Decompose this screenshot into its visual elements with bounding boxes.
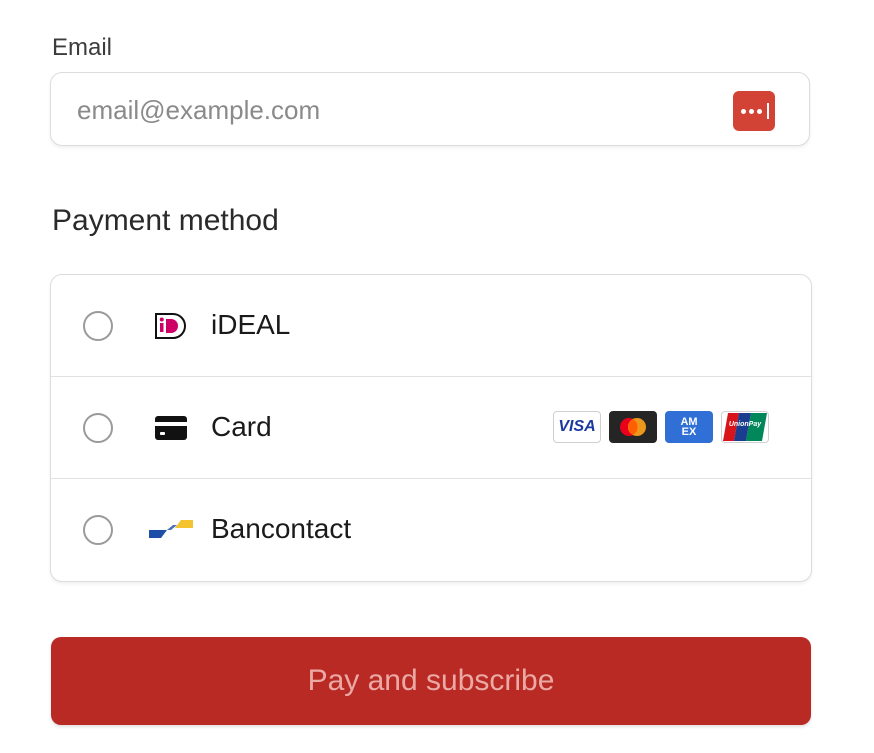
card-label: Card (211, 411, 272, 442)
payment-method-heading: Payment method (52, 204, 279, 237)
bancontact-icon (149, 520, 193, 538)
payment-method-card[interactable]: Card VISA AM EX UnionPay (51, 377, 811, 479)
ideal-radio[interactable] (83, 311, 113, 341)
bancontact-label: Bancontact (211, 513, 352, 544)
card-brands: VISA AM EX UnionPay (553, 411, 769, 443)
card-radio[interactable] (83, 413, 113, 443)
pay-and-subscribe-button[interactable]: Pay and subscribe (51, 637, 811, 725)
amex-logo: AM EX (665, 411, 713, 443)
ideal-label: iDEAL (211, 309, 291, 340)
credit-card-icon (155, 416, 187, 440)
payment-method-list: iDEAL Card VISA AM EX UnionPay Bancontac… (50, 274, 812, 582)
password-manager-icon[interactable] (733, 91, 775, 131)
ideal-icon (155, 313, 186, 339)
visa-logo: VISA (553, 411, 601, 443)
email-field[interactable] (75, 89, 699, 131)
email-label: Email (52, 34, 113, 61)
bancontact-radio[interactable] (83, 515, 113, 545)
unionpay-logo: UnionPay (721, 411, 769, 443)
email-field-container[interactable] (50, 72, 810, 146)
unionpay-text: UnionPay (729, 421, 762, 428)
amex-text-bottom: EX (681, 426, 697, 438)
payment-method-bancontact[interactable]: Bancontact (51, 479, 811, 581)
mastercard-logo (609, 411, 657, 443)
payment-method-ideal[interactable]: iDEAL (51, 275, 811, 377)
